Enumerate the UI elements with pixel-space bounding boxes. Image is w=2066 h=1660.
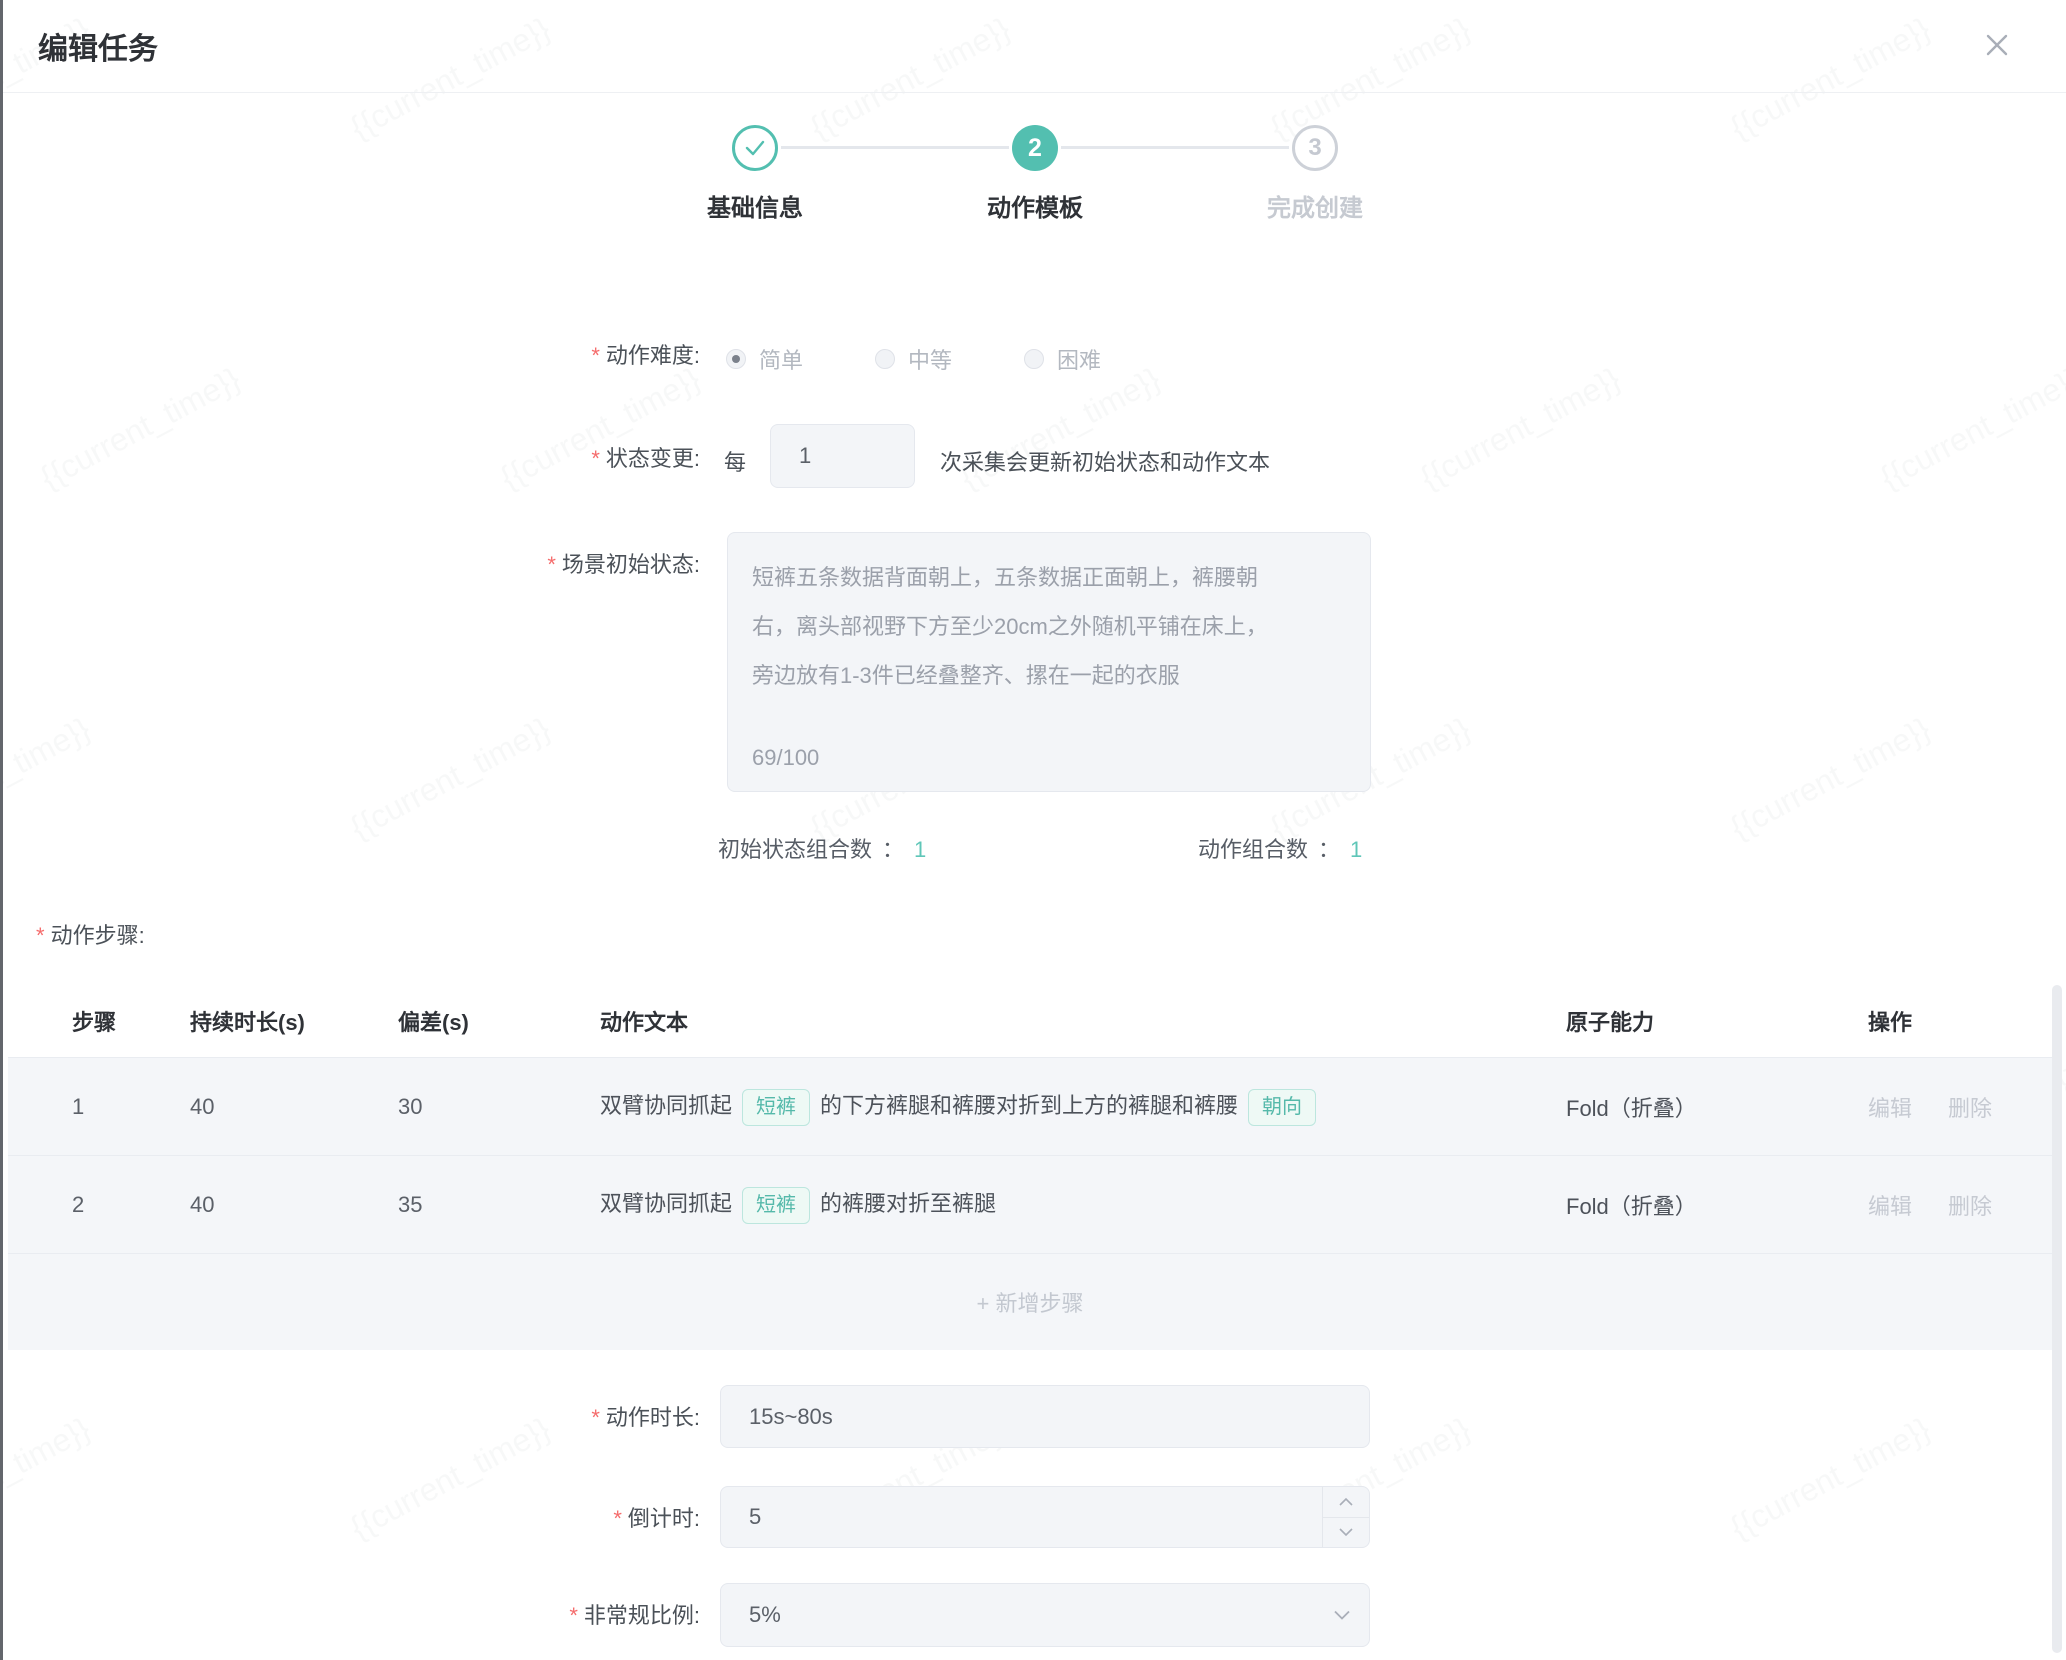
action-text: 双臂协同抓起 bbox=[600, 1191, 732, 1216]
countdown-label: *倒计时: bbox=[300, 1505, 700, 1533]
difficulty-radio[interactable]: 困难 bbox=[1024, 343, 1101, 375]
step-connector-2 bbox=[1061, 146, 1289, 149]
required-asterisk: * bbox=[591, 446, 600, 471]
action-text: 的下方裤腿和裤腰对折到上方的裤腿和裤腰 bbox=[820, 1093, 1238, 1118]
action-text: 双臂协同抓起 bbox=[600, 1093, 732, 1118]
step2-circle: 2 bbox=[1012, 125, 1058, 171]
step1-circle bbox=[732, 125, 778, 171]
table-cell: 1 bbox=[8, 1094, 190, 1120]
step3-circle: 3 bbox=[1292, 125, 1338, 171]
table-header-row: 步骤持续时长(s)偏差(s)动作文本原子能力操作 bbox=[8, 985, 2052, 1057]
delete-link[interactable]: 删除 bbox=[1948, 1096, 1992, 1121]
action-steps-table: 步骤持续时长(s)偏差(s)动作文本原子能力操作 14030双臂协同抓起短裤的下… bbox=[8, 985, 2052, 1350]
decrease-button[interactable] bbox=[1323, 1518, 1369, 1548]
initial-state-text: 短裤五条数据背面朝上，五条数据正面朝上，裤腰朝 右，离头部视野下方至少20cm之… bbox=[752, 553, 1350, 700]
state-change-input[interactable]: 1 bbox=[770, 424, 915, 488]
column-header: 持续时长(s) bbox=[190, 1005, 398, 1037]
add-step-button[interactable]: + 新增步骤 bbox=[8, 1253, 2052, 1350]
table-cell: 40 bbox=[190, 1094, 398, 1120]
delete-link[interactable]: 删除 bbox=[1948, 1194, 1992, 1219]
column-header: 动作文本 bbox=[600, 1005, 1550, 1037]
action-combo-count: 动作组合数：1 bbox=[1198, 832, 1362, 864]
required-asterisk: * bbox=[591, 1405, 600, 1430]
countdown-input[interactable]: 5 bbox=[720, 1486, 1370, 1548]
radio-label: 中等 bbox=[908, 343, 952, 375]
difficulty-radio-group: 简单 中等 困难 bbox=[726, 343, 1101, 375]
required-asterisk: * bbox=[569, 1603, 578, 1628]
backdrop-edge bbox=[0, 0, 3, 1660]
edit-task-dialog: {{current_time}}{{current_time}}{{curren… bbox=[0, 0, 2066, 1660]
radio-label: 简单 bbox=[759, 343, 803, 375]
required-asterisk: * bbox=[547, 552, 556, 577]
check-icon bbox=[744, 139, 766, 157]
action-duration-label: *动作时长: bbox=[300, 1404, 700, 1432]
table-cell: Fold（折叠） bbox=[1550, 1189, 1868, 1221]
action-steps-label: *动作步骤: bbox=[36, 918, 145, 950]
state-change-prefix: 每 bbox=[724, 445, 746, 477]
state-change-label: *状态变更: bbox=[300, 445, 700, 473]
close-icon[interactable] bbox=[1982, 30, 2012, 60]
step-row: 24035双臂协同抓起短裤的裤腰对折至裤腿Fold（折叠）编辑删除 bbox=[8, 1155, 2052, 1253]
step1-label: 基础信息 bbox=[635, 188, 875, 223]
entity-tag: 短裤 bbox=[742, 1089, 810, 1126]
edit-link[interactable]: 编辑 bbox=[1868, 1194, 1912, 1219]
initial-state-combo-count: 初始状态组合数：1 bbox=[718, 832, 926, 864]
entity-tag: 短裤 bbox=[742, 1187, 810, 1224]
row-actions: 编辑 删除 bbox=[1868, 1091, 2052, 1123]
number-spinner bbox=[1322, 1487, 1369, 1547]
column-header: 偏差(s) bbox=[398, 1005, 600, 1037]
required-asterisk: * bbox=[36, 923, 45, 948]
increase-button[interactable] bbox=[1323, 1487, 1369, 1518]
scrollbar[interactable] bbox=[2052, 985, 2062, 1653]
edit-link[interactable]: 编辑 bbox=[1868, 1096, 1912, 1121]
row-actions: 编辑 删除 bbox=[1868, 1189, 2052, 1221]
column-header: 原子能力 bbox=[1550, 1005, 1868, 1037]
header-divider bbox=[3, 92, 2066, 93]
radio-label: 困难 bbox=[1057, 343, 1101, 375]
dialog-title: 编辑任务 bbox=[38, 24, 158, 68]
unusual-ratio-select[interactable]: 5% bbox=[720, 1583, 1370, 1647]
table-body: 14030双臂协同抓起短裤的下方裤腿和裤腰对折到上方的裤腿和裤腰朝向Fold（折… bbox=[8, 1057, 2052, 1253]
table-cell: 2 bbox=[8, 1192, 190, 1218]
required-asterisk: * bbox=[591, 343, 600, 368]
entity-tag: 朝向 bbox=[1248, 1089, 1316, 1126]
table-cell: 35 bbox=[398, 1192, 600, 1218]
unusual-ratio-label: *非常规比例: bbox=[300, 1602, 700, 1630]
state-change-suffix: 次采集会更新初始状态和动作文本 bbox=[940, 445, 1270, 477]
step-row: 14030双臂协同抓起短裤的下方裤腿和裤腰对折到上方的裤腿和裤腰朝向Fold（折… bbox=[8, 1057, 2052, 1155]
difficulty-label: *动作难度: bbox=[300, 342, 700, 370]
char-counter: 69/100 bbox=[752, 745, 819, 771]
radio-circle-icon bbox=[1024, 349, 1044, 369]
initial-state-textarea[interactable]: 短裤五条数据背面朝上，五条数据正面朝上，裤腰朝 右，离头部视野下方至少20cm之… bbox=[727, 532, 1371, 792]
table-cell: Fold（折叠） bbox=[1550, 1091, 1868, 1123]
required-asterisk: * bbox=[613, 1506, 622, 1531]
table-cell: 30 bbox=[398, 1094, 600, 1120]
table-cell: 40 bbox=[190, 1192, 398, 1218]
step-connector-1 bbox=[781, 146, 1009, 149]
action-text-cell: 双臂协同抓起短裤的下方裤腿和裤腰对折到上方的裤腿和裤腰朝向 bbox=[600, 1088, 1550, 1126]
radio-circle-icon bbox=[726, 349, 746, 369]
column-header: 步骤 bbox=[8, 1005, 190, 1037]
difficulty-radio[interactable]: 中等 bbox=[875, 343, 952, 375]
step2-label: 动作模板 bbox=[915, 188, 1155, 223]
initial-state-label: *场景初始状态: bbox=[300, 551, 700, 579]
chevron-down-icon bbox=[1338, 1527, 1354, 1537]
step3-label: 完成创建 bbox=[1195, 188, 1435, 223]
action-duration-input[interactable]: 15s~80s bbox=[720, 1385, 1370, 1448]
difficulty-radio[interactable]: 简单 bbox=[726, 343, 803, 375]
action-text-cell: 双臂协同抓起短裤的裤腰对折至裤腿 bbox=[600, 1186, 1550, 1224]
column-header: 操作 bbox=[1868, 1005, 2052, 1037]
action-text: 的裤腰对折至裤腿 bbox=[820, 1191, 996, 1216]
chevron-up-icon bbox=[1338, 1497, 1354, 1507]
radio-circle-icon bbox=[875, 349, 895, 369]
select-chevron-down-icon bbox=[1333, 1610, 1351, 1621]
